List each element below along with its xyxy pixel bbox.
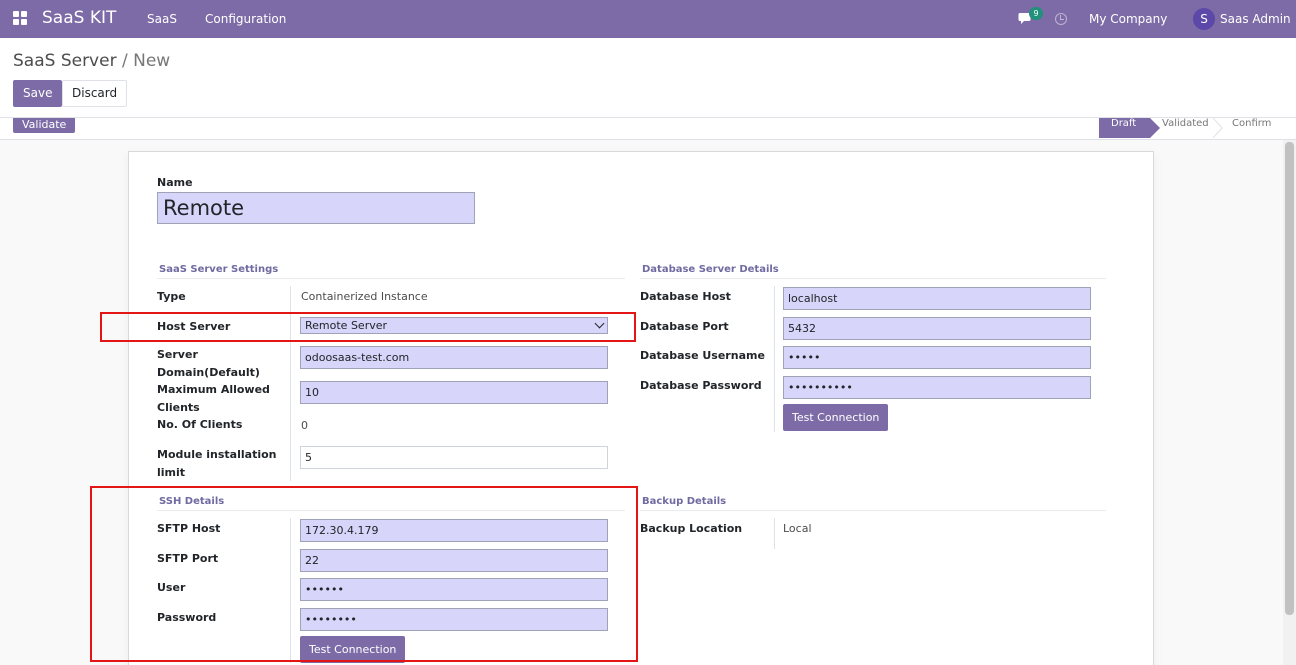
status-bar: Validate Draft Validated Confirm	[0, 118, 1296, 140]
module-limit-label: Module installation limit	[157, 448, 277, 479]
domain-label: Server Domain(Default)	[157, 348, 260, 379]
backup-details-title: Backup Details	[642, 496, 727, 507]
num-clients-value: 0	[301, 419, 308, 432]
db-password-input[interactable]: ••••••••••	[783, 376, 1091, 399]
max-clients-label: Maximum Allowed Clients	[157, 383, 270, 414]
name-label: Name	[157, 176, 193, 189]
app-brand[interactable]: SaaS KIT	[42, 8, 116, 28]
ssh-details-highlight-box	[90, 486, 638, 662]
backup-details-column-divider	[774, 518, 775, 549]
backup-location-value: Local	[783, 522, 812, 535]
breadcrumb-separator: /	[121, 51, 128, 71]
num-clients-label: No. Of Clients	[157, 418, 243, 431]
db-host-input[interactable]: localhost	[783, 287, 1091, 310]
user-avatar[interactable]: S	[1193, 8, 1215, 30]
stage-chevron-icon	[1213, 118, 1223, 138]
db-username-input[interactable]: •••••	[783, 346, 1091, 369]
chat-count-badge: 9	[1029, 7, 1043, 20]
menu-configuration[interactable]: Configuration	[205, 12, 286, 26]
db-details-divider	[640, 278, 1106, 279]
backup-location-label: Backup Location	[640, 522, 743, 535]
db-username-label: Database Username	[640, 349, 765, 362]
name-input[interactable]: Remote	[157, 192, 475, 224]
db-host-label: Database Host	[640, 290, 731, 303]
type-label: Type	[157, 290, 186, 303]
backup-details-divider	[640, 510, 1106, 511]
stage-draft[interactable]: Draft	[1099, 118, 1161, 138]
domain-input[interactable]: odoosaas-test.com	[300, 346, 608, 369]
validate-button[interactable]: Validate	[13, 118, 76, 133]
db-details-column-divider	[774, 286, 775, 432]
module-limit-input[interactable]: 5	[300, 446, 608, 469]
apps-menu-icon[interactable]	[13, 11, 27, 25]
stage-confirm[interactable]: Confirm	[1232, 118, 1271, 138]
top-navbar: SaaS KIT SaaS Configuration 9 My Company…	[0, 0, 1296, 38]
breadcrumb-current: New	[133, 51, 171, 71]
max-clients-input[interactable]: 10	[300, 381, 608, 404]
control-panel: SaaS Server / New Save Discard	[0, 38, 1296, 118]
breadcrumb: SaaS Server / New	[13, 51, 170, 71]
activity-clock-icon[interactable]	[1055, 13, 1067, 25]
stage-validated[interactable]: Validated	[1162, 118, 1209, 138]
type-value: Containerized Instance	[301, 290, 428, 303]
page-scrollbar-thumb[interactable]	[1285, 142, 1294, 615]
db-details-title: Database Server Details	[642, 264, 779, 275]
discard-button[interactable]: Discard	[62, 80, 128, 107]
server-settings-title: SaaS Server Settings	[159, 264, 279, 275]
user-menu[interactable]: Saas Admin	[1220, 12, 1291, 26]
server-settings-divider	[157, 278, 625, 279]
db-password-label: Database Password	[640, 379, 762, 392]
breadcrumb-parent[interactable]: SaaS Server	[13, 51, 117, 71]
host-server-highlight-box	[100, 312, 636, 342]
db-port-input[interactable]: 5432	[783, 317, 1091, 340]
save-button[interactable]: Save	[13, 80, 63, 107]
db-port-label: Database Port	[640, 320, 729, 333]
menu-saas[interactable]: SaaS	[147, 12, 177, 26]
db-test-connection-button[interactable]: Test Connection	[783, 404, 889, 431]
company-switcher[interactable]: My Company	[1089, 12, 1167, 26]
